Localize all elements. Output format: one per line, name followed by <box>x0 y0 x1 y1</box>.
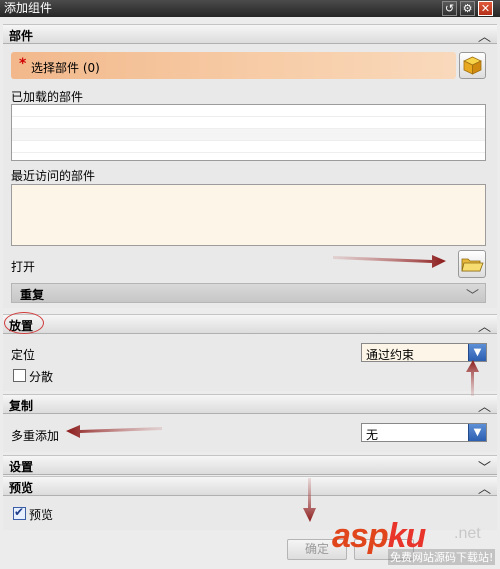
annotation-arrow-multi-add <box>66 425 162 438</box>
annotation-arrow-open <box>333 255 446 268</box>
add-component-dialog: 添加组件 ↺ ⚙ ✕ 部件 ︿ * 选择部件 (0) 已加载的部件 最近访问的部… <box>0 0 500 569</box>
watermark-domain: .net <box>454 525 481 542</box>
watermark-tagline: 免费网站源码下载站! <box>388 549 496 565</box>
annotation-arrow-position <box>466 360 479 396</box>
annotation-arrow-ok <box>303 478 316 522</box>
annotation-arrows <box>66 255 479 522</box>
